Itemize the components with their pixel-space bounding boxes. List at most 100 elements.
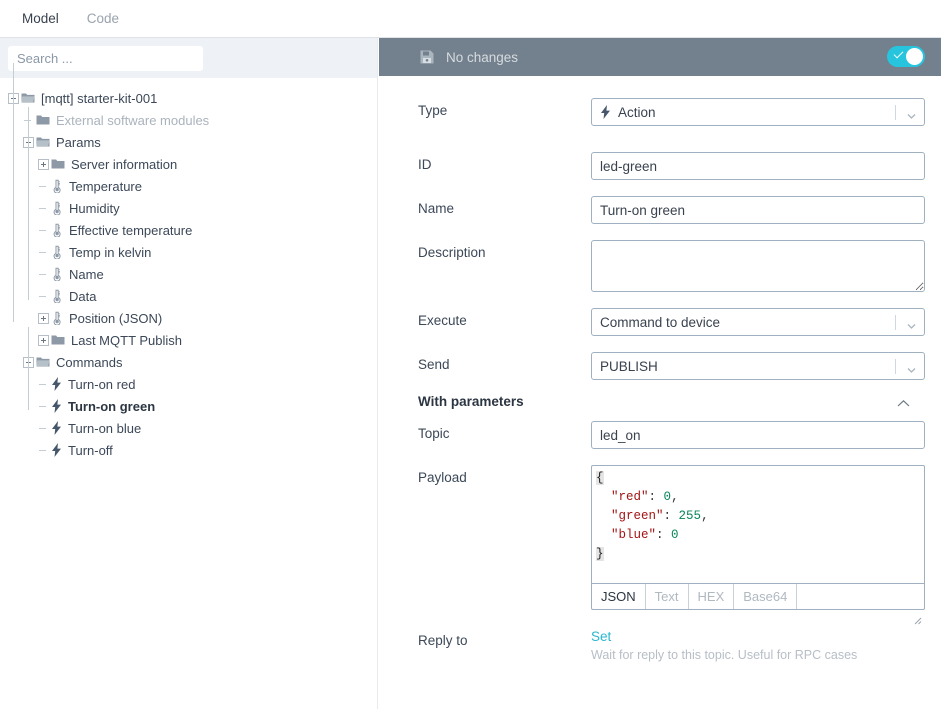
description-label: Description (418, 240, 591, 260)
chevron-down-icon (907, 109, 915, 117)
sensor-icon (51, 311, 63, 325)
folder-icon (51, 158, 65, 170)
tree-item-label: Position (JSON) (69, 311, 162, 326)
tree-connector (38, 181, 49, 192)
save-status-bar: No changes (379, 38, 941, 76)
tree-item-label: Params (56, 135, 101, 150)
with-parameters-section-header[interactable]: With parameters (418, 394, 926, 409)
format-tab-base64[interactable]: Base64 (734, 584, 797, 609)
search-input[interactable] (8, 46, 203, 71)
send-select[interactable]: PUBLISH (591, 352, 925, 380)
name-input[interactable] (591, 196, 925, 224)
folder-open-icon (36, 356, 50, 368)
tree-guide-line (13, 63, 14, 322)
execute-select[interactable]: Command to device (591, 308, 925, 336)
tree-item[interactable]: Turn-on green (0, 395, 377, 417)
field-name: Name (418, 196, 925, 224)
tree-connector (38, 379, 49, 390)
tree-item-label: Commands (56, 355, 122, 370)
select-separator (895, 105, 896, 120)
description-textarea[interactable] (591, 240, 925, 292)
tree-item[interactable]: Temp in kelvin (0, 241, 377, 263)
execute-label: Execute (418, 308, 591, 328)
tree-item-label: External software modules (56, 113, 209, 128)
tree-item[interactable]: Position (JSON) (0, 307, 377, 329)
folder-icon (51, 334, 65, 346)
tree-connector (38, 401, 49, 412)
lightning-bolt-icon (600, 105, 611, 119)
check-icon (894, 49, 904, 59)
folder-open-icon (21, 92, 35, 104)
tree-item[interactable]: Commands (0, 351, 377, 373)
topic-input[interactable] (591, 421, 925, 449)
tree-item[interactable]: Name (0, 263, 377, 285)
model-tree-panel: [mqtt] starter-kit-001 External software … (0, 38, 378, 709)
tree-item[interactable]: Server information (0, 153, 377, 175)
tree-item[interactable]: Effective temperature (0, 219, 377, 241)
tree-item[interactable]: Last MQTT Publish (0, 329, 377, 351)
id-label: ID (418, 152, 591, 172)
folder-icon (36, 114, 50, 126)
select-separator (895, 359, 896, 374)
tree-connector (38, 423, 49, 434)
tree-item-label: Turn-on blue (68, 421, 141, 436)
tree-item[interactable]: Turn-on blue (0, 417, 377, 439)
chevron-down-icon (907, 319, 915, 327)
tree-item[interactable]: External software modules (0, 109, 377, 131)
tree-item[interactable]: Data (0, 285, 377, 307)
tree-item-label: Data (69, 289, 96, 304)
tree-item-label: Humidity (69, 201, 120, 216)
tree-connector (38, 269, 49, 280)
format-tab-text[interactable]: Text (646, 584, 689, 609)
with-parameters-title: With parameters (418, 394, 524, 409)
folder-open-icon (36, 136, 50, 148)
tree-item[interactable]: Turn-off (0, 439, 377, 461)
payload-label: Payload (418, 465, 591, 485)
tab-model[interactable]: Model (22, 0, 59, 37)
tree-item[interactable]: Humidity (0, 197, 377, 219)
payload-editor: { "red": 0, "green": 255, "blue": 0 } JS… (591, 465, 925, 610)
tree-item[interactable]: Params (0, 131, 377, 153)
sensor-icon (51, 289, 63, 303)
type-select[interactable]: Action (591, 98, 925, 126)
tree-connector (38, 445, 49, 456)
search-band (0, 38, 377, 78)
type-select-value: Action (618, 105, 656, 120)
action-icon (51, 399, 62, 413)
tab-code[interactable]: Code (87, 0, 119, 37)
type-label: Type (418, 98, 591, 118)
properties-panel: No changes Type Action (379, 38, 941, 709)
tree-item[interactable]: Temperature (0, 175, 377, 197)
toggle-knob (906, 48, 923, 65)
format-tab-hex[interactable]: HEX (689, 584, 735, 609)
tree-item[interactable]: Turn-on red (0, 373, 377, 395)
execute-select-value: Command to device (600, 315, 720, 330)
sensor-icon (51, 201, 63, 215)
field-execute: Execute Command to device (418, 308, 925, 336)
format-tab-json[interactable]: JSON (592, 584, 646, 609)
chevron-up-icon[interactable] (897, 396, 910, 405)
tree-expand-toggle[interactable] (38, 159, 49, 170)
tree-expand-toggle[interactable] (38, 335, 49, 346)
payload-code-area[interactable]: { "red": 0, "green": 255, "blue": 0 } (592, 466, 924, 583)
send-select-value: PUBLISH (600, 359, 658, 374)
enabled-toggle[interactable] (887, 46, 925, 67)
tree-item-label: Name (69, 267, 104, 282)
tree-item-label: Server information (71, 157, 177, 172)
action-icon (51, 443, 62, 457)
action-icon (51, 421, 62, 435)
tree-item-label: Turn-on red (68, 377, 135, 392)
tree-connector (38, 225, 49, 236)
action-icon (51, 377, 62, 391)
reply-to-set-link[interactable]: Set (591, 628, 611, 645)
resize-handle-icon[interactable] (912, 613, 922, 623)
send-label: Send (418, 352, 591, 372)
field-reply-to: Reply to Set Wait for reply to this topi… (418, 628, 925, 662)
id-input[interactable] (591, 152, 925, 180)
sensor-icon (51, 223, 63, 237)
tree-item[interactable]: [mqtt] starter-kit-001 (0, 87, 377, 109)
tree-item-label: [mqtt] starter-kit-001 (41, 91, 157, 106)
tree-expand-toggle[interactable] (38, 313, 49, 324)
tree-item-label: Turn-on green (68, 399, 155, 414)
save-status-text: No changes (446, 50, 518, 65)
